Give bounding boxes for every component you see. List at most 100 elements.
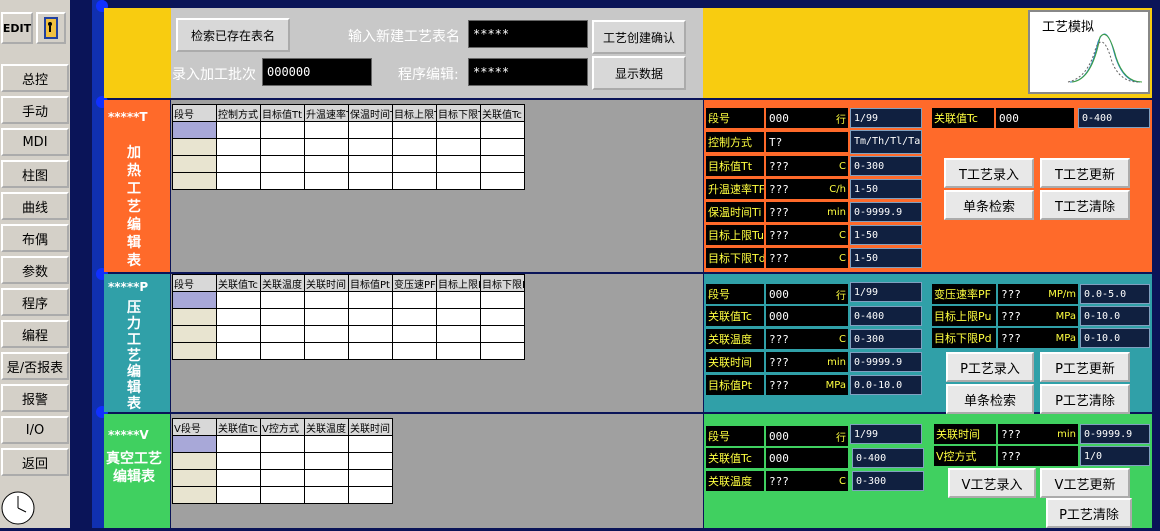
table-cell[interactable] (392, 155, 437, 173)
segment-value[interactable]: 000 (766, 284, 820, 304)
table-cell[interactable] (260, 452, 305, 470)
table-cell[interactable] (172, 435, 217, 453)
param-value[interactable]: ??? (766, 329, 820, 349)
table-cell[interactable] (436, 325, 481, 343)
sidebar-button[interactable]: 总控 (1, 64, 69, 92)
table-cell[interactable] (304, 435, 349, 453)
table-cell[interactable] (216, 291, 261, 309)
table-cell[interactable] (260, 325, 305, 343)
table-row[interactable] (172, 342, 525, 360)
show-data-button[interactable]: 显示数据 (592, 56, 686, 90)
table-cell[interactable] (392, 121, 437, 139)
table-cell[interactable] (348, 452, 393, 470)
edit-button[interactable]: EDIT (1, 12, 33, 44)
batch-input[interactable]: 000000 (262, 58, 372, 86)
table-row[interactable] (172, 452, 393, 470)
table-cell[interactable] (304, 486, 349, 504)
sidebar-button[interactable]: 手动 (1, 96, 69, 124)
table-cell[interactable] (392, 291, 437, 309)
table-cell[interactable] (304, 121, 349, 139)
table-cell[interactable] (216, 469, 261, 487)
t-entry-button[interactable]: T工艺录入 (944, 158, 1034, 188)
table-cell[interactable] (348, 138, 393, 156)
table-cell[interactable] (304, 469, 349, 487)
table-cell[interactable] (348, 172, 393, 190)
table-cell[interactable] (172, 325, 217, 343)
param-value[interactable]: ??? (998, 306, 1044, 326)
exit-door-icon[interactable] (36, 12, 66, 44)
param-value[interactable]: ??? (998, 446, 1044, 466)
table-cell[interactable] (172, 138, 217, 156)
table-cell[interactable] (304, 138, 349, 156)
sidebar-button[interactable]: 曲线 (1, 192, 69, 220)
table-cell[interactable] (480, 325, 525, 343)
table-cell[interactable] (480, 172, 525, 190)
table-cell[interactable] (172, 308, 217, 326)
table-cell[interactable] (304, 155, 349, 173)
table-cell[interactable] (216, 308, 261, 326)
table-cell[interactable] (216, 486, 261, 504)
param-value[interactable]: ??? (766, 375, 820, 395)
param-value[interactable]: ??? (766, 471, 820, 491)
v-update-button[interactable]: V工艺更新 (1040, 468, 1130, 498)
table-cell[interactable] (260, 342, 305, 360)
sidebar-button[interactable]: 报警 (1, 384, 69, 412)
table-cell[interactable] (348, 325, 393, 343)
table-cell[interactable] (436, 291, 481, 309)
table-cell[interactable] (480, 291, 525, 309)
table-row[interactable] (172, 172, 525, 190)
p-update-button[interactable]: P工艺更新 (1040, 352, 1130, 382)
v-clear-button[interactable]: P工艺清除 (1046, 498, 1132, 528)
param-value[interactable]: ??? (998, 328, 1044, 348)
tc-value[interactable]: 000 (996, 108, 1074, 128)
table-row[interactable] (172, 308, 525, 326)
param-value[interactable]: ??? (766, 225, 820, 245)
table-cell[interactable] (304, 452, 349, 470)
table-cell[interactable] (436, 172, 481, 190)
table-cell[interactable] (260, 138, 305, 156)
table-cell[interactable] (480, 121, 525, 139)
table-cell[interactable] (172, 291, 217, 309)
sidebar-button[interactable]: 柱图 (1, 160, 69, 188)
table-cell[interactable] (304, 342, 349, 360)
sidebar-button[interactable]: MDI (1, 128, 69, 156)
table-cell[interactable] (304, 308, 349, 326)
table-cell[interactable] (436, 138, 481, 156)
param-value[interactable]: ??? (766, 352, 820, 372)
table-cell[interactable] (172, 172, 217, 190)
table-row[interactable] (172, 291, 525, 309)
p-search-button[interactable]: 单条检索 (946, 384, 1034, 414)
sidebar-button[interactable]: 参数 (1, 256, 69, 284)
table-cell[interactable] (260, 486, 305, 504)
segment-value[interactable]: 000 (766, 108, 820, 128)
p-clear-button[interactable]: P工艺清除 (1040, 384, 1130, 414)
table-cell[interactable] (260, 308, 305, 326)
table-cell[interactable] (392, 325, 437, 343)
program-edit-input[interactable]: ***** (468, 58, 588, 86)
table-cell[interactable] (348, 155, 393, 173)
table-row[interactable] (172, 486, 393, 504)
table-cell[interactable] (392, 172, 437, 190)
search-table-button[interactable]: 检索已存在表名 (176, 18, 290, 52)
table-cell[interactable] (348, 291, 393, 309)
table-cell[interactable] (172, 486, 217, 504)
param-value[interactable]: ??? (766, 248, 820, 268)
table-cell[interactable] (172, 469, 217, 487)
table-cell[interactable] (260, 172, 305, 190)
table-cell[interactable] (436, 342, 481, 360)
param-value[interactable]: 000 (766, 306, 820, 326)
table-cell[interactable] (348, 342, 393, 360)
table-cell[interactable] (480, 342, 525, 360)
table-cell[interactable] (172, 452, 217, 470)
sidebar-button[interactable]: 编程 (1, 320, 69, 348)
new-table-input[interactable]: ***** (468, 20, 588, 48)
table-row[interactable] (172, 435, 393, 453)
table-cell[interactable] (216, 121, 261, 139)
table-row[interactable] (172, 469, 393, 487)
table-cell[interactable] (260, 469, 305, 487)
table-cell[interactable] (216, 452, 261, 470)
table-cell[interactable] (260, 155, 305, 173)
table-cell[interactable] (392, 308, 437, 326)
table-cell[interactable] (216, 172, 261, 190)
param-value[interactable]: ??? (766, 202, 820, 222)
